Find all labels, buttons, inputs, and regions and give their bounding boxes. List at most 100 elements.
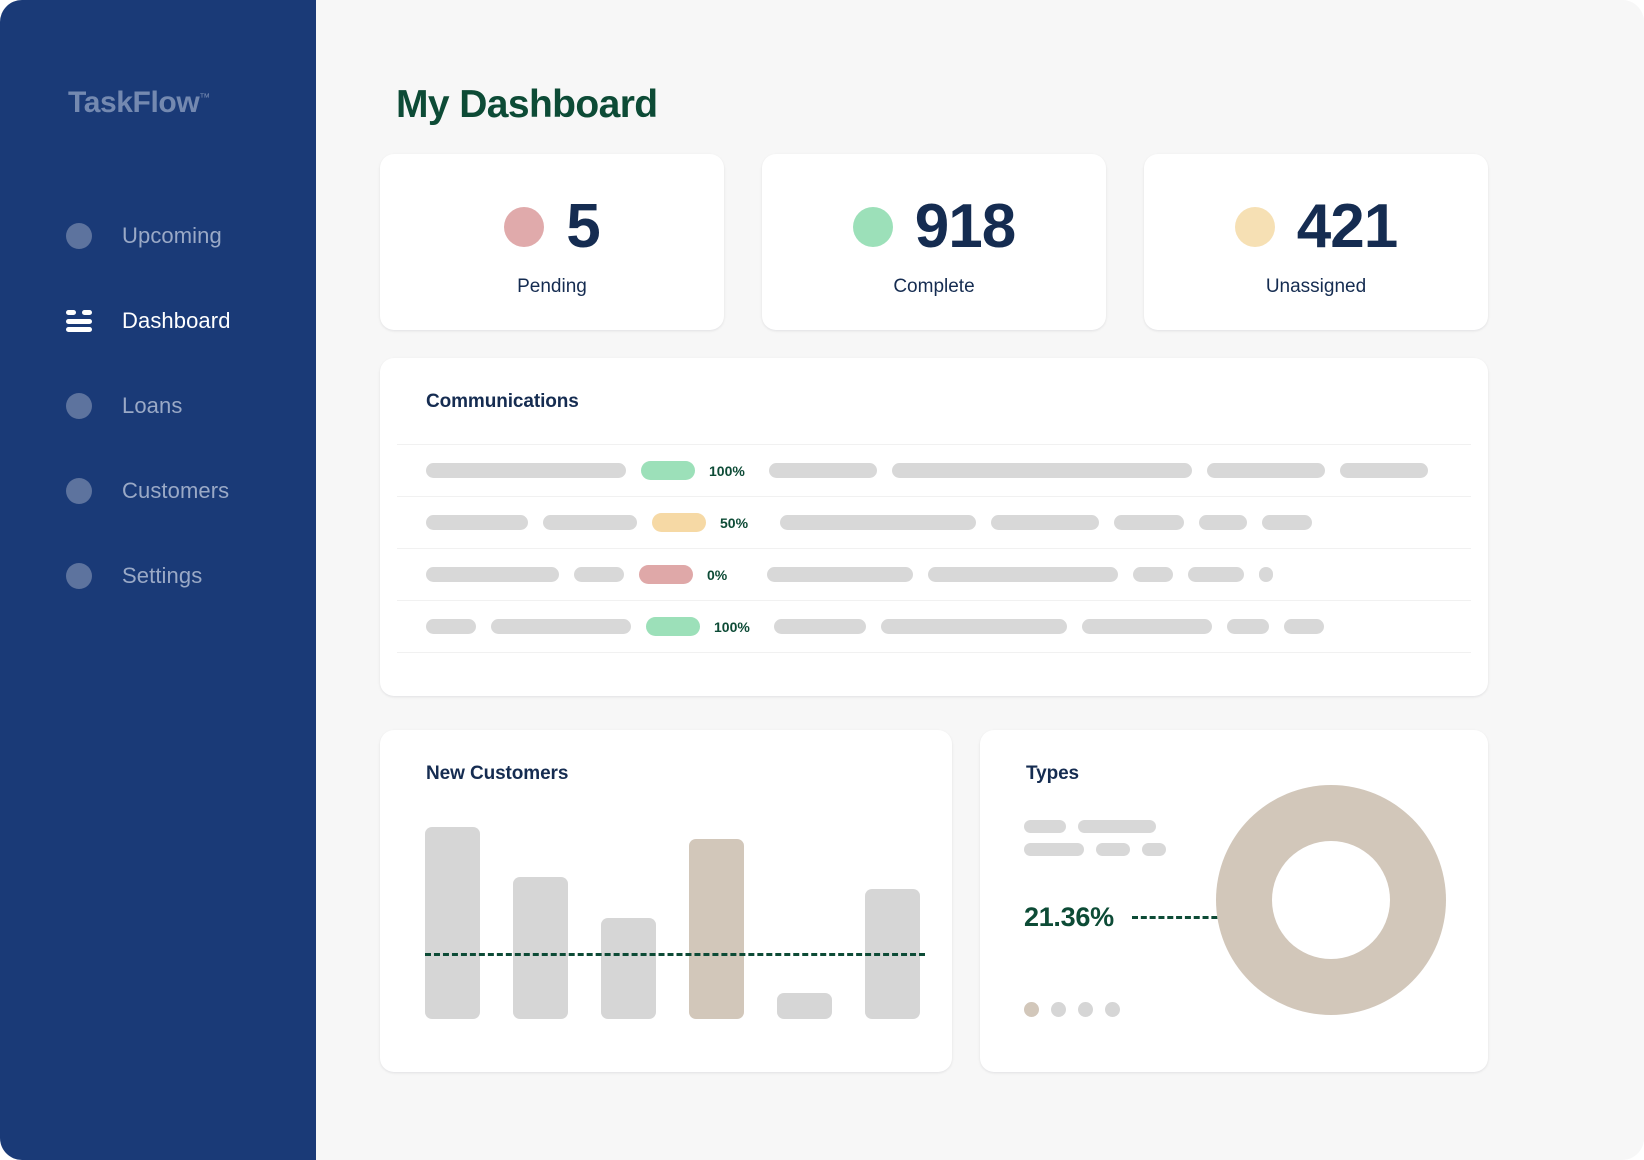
bar-2[interactable] — [513, 877, 568, 1019]
skeleton-bar — [1284, 619, 1324, 634]
legend-row — [1024, 843, 1166, 856]
skeleton-bar — [767, 567, 913, 582]
skeleton-bar — [1227, 619, 1269, 634]
sidebar-item-loans[interactable]: Loans — [0, 378, 316, 434]
stat-card-top: 421 — [1144, 196, 1488, 258]
table-row[interactable]: 100% — [397, 444, 1471, 496]
circle-icon — [66, 478, 92, 504]
pagination-dot-4[interactable] — [1105, 1002, 1120, 1017]
stat-value: 421 — [1296, 192, 1398, 261]
status-dot-icon — [504, 207, 545, 247]
skeleton-bar — [769, 463, 877, 478]
skeleton-bar — [1142, 843, 1166, 856]
status-dot-icon — [1234, 207, 1275, 247]
status-badge — [641, 461, 695, 480]
sidebar-item-label: Settings — [122, 563, 203, 588]
skeleton-bar — [1188, 567, 1244, 582]
main-content: My Dashboard 5 Pending 918 Complete 421 … — [316, 0, 1644, 1160]
sidebar-item-upcoming[interactable]: Upcoming — [0, 208, 316, 264]
stat-card-complete[interactable]: 918 Complete — [762, 154, 1106, 330]
skeleton-bar — [1133, 567, 1173, 582]
table-row[interactable]: 0% — [397, 548, 1471, 600]
app-window: TaskFlow™ Upcoming Dashboard Loans Custo… — [0, 0, 1644, 1160]
skeleton-bar — [1082, 619, 1212, 634]
percent-label: 50% — [720, 514, 749, 531]
stat-value: 918 — [914, 192, 1016, 261]
skeleton-bar — [774, 619, 866, 634]
pagination-dot-1[interactable] — [1024, 1002, 1039, 1017]
skeleton-bar — [426, 567, 559, 582]
skeleton-bar — [1024, 843, 1084, 856]
brand-name: TaskFlow — [68, 86, 200, 119]
communications-title: Communications — [426, 391, 579, 412]
sidebar-item-dashboard[interactable]: Dashboard — [0, 293, 316, 349]
skeleton-bar — [892, 463, 1192, 478]
stat-label: Unassigned — [1265, 276, 1367, 297]
new-customers-title: New Customers — [426, 763, 569, 784]
bar-5[interactable] — [777, 993, 832, 1019]
table-row[interactable]: 50% — [397, 496, 1471, 548]
skeleton-bar — [780, 515, 976, 530]
stat-label: Pending — [517, 276, 587, 297]
status-badge — [646, 617, 700, 636]
stat-label: Complete — [893, 276, 975, 297]
bar-chart — [425, 789, 925, 1019]
types-legend — [1024, 820, 1166, 866]
bar-4[interactable] — [689, 839, 744, 1019]
skeleton-bar — [1259, 567, 1273, 582]
skeleton-bar — [543, 515, 637, 530]
donut-percent-label: 21.36% — [1024, 902, 1114, 932]
skeleton-bar — [1078, 820, 1156, 833]
skeleton-bar — [426, 463, 626, 478]
skeleton-bar — [1024, 820, 1066, 833]
page-title: My Dashboard — [396, 83, 658, 126]
types-title: Types — [1026, 763, 1080, 784]
percent-label: 100% — [709, 462, 745, 479]
percent-label: 100% — [714, 618, 750, 635]
bar-1[interactable] — [425, 827, 480, 1019]
table-row[interactable]: 100% — [397, 600, 1471, 653]
status-dot-icon — [852, 207, 893, 247]
skeleton-bar — [1199, 515, 1247, 530]
brand-logo[interactable]: TaskFlow™ — [68, 86, 210, 120]
sidebar-item-label: Dashboard — [122, 308, 231, 333]
stat-card-top: 918 — [762, 196, 1106, 258]
sidebar-item-label: Customers — [122, 478, 230, 503]
carousel-pagination[interactable] — [1024, 1002, 1120, 1017]
sidebar-item-label: Loans — [122, 393, 183, 418]
stat-value: 5 — [566, 192, 600, 261]
types-card: Types 21.36% — [980, 730, 1488, 1072]
skeleton-bar — [928, 567, 1118, 582]
sidebar: TaskFlow™ Upcoming Dashboard Loans Custo… — [0, 0, 316, 1160]
baseline-threshold — [425, 953, 925, 956]
percent-label: 0% — [707, 566, 728, 583]
dashboard-hamburger-icon — [66, 310, 92, 332]
status-badge — [652, 513, 706, 532]
legend-row — [1024, 820, 1166, 833]
skeleton-bar — [1340, 463, 1428, 478]
sidebar-item-customers[interactable]: Customers — [0, 463, 316, 519]
stat-card-pending[interactable]: 5 Pending — [380, 154, 724, 330]
stat-card-top: 5 — [380, 196, 724, 258]
trademark-symbol: ™ — [199, 92, 210, 104]
sidebar-item-label: Upcoming — [122, 223, 222, 248]
new-customers-card: New Customers — [380, 730, 952, 1072]
skeleton-bar — [574, 567, 624, 582]
sidebar-item-settings[interactable]: Settings — [0, 548, 316, 604]
skeleton-bar — [426, 515, 528, 530]
status-badge — [639, 565, 693, 584]
circle-icon — [66, 563, 92, 589]
donut-chart[interactable] — [1216, 785, 1446, 1015]
stat-card-unassigned[interactable]: 421 Unassigned — [1144, 154, 1488, 330]
bar-3[interactable] — [601, 918, 656, 1019]
circle-icon — [66, 393, 92, 419]
pagination-dot-2[interactable] — [1051, 1002, 1066, 1017]
skeleton-bar — [1114, 515, 1184, 530]
skeleton-bar — [1207, 463, 1325, 478]
communications-card: Communications 100% 50% 0% 100% — [380, 358, 1488, 696]
communications-rows: 100% 50% 0% 100% — [397, 444, 1471, 653]
skeleton-bar — [426, 619, 476, 634]
circle-icon — [66, 223, 92, 249]
pagination-dot-3[interactable] — [1078, 1002, 1093, 1017]
skeleton-bar — [1096, 843, 1130, 856]
